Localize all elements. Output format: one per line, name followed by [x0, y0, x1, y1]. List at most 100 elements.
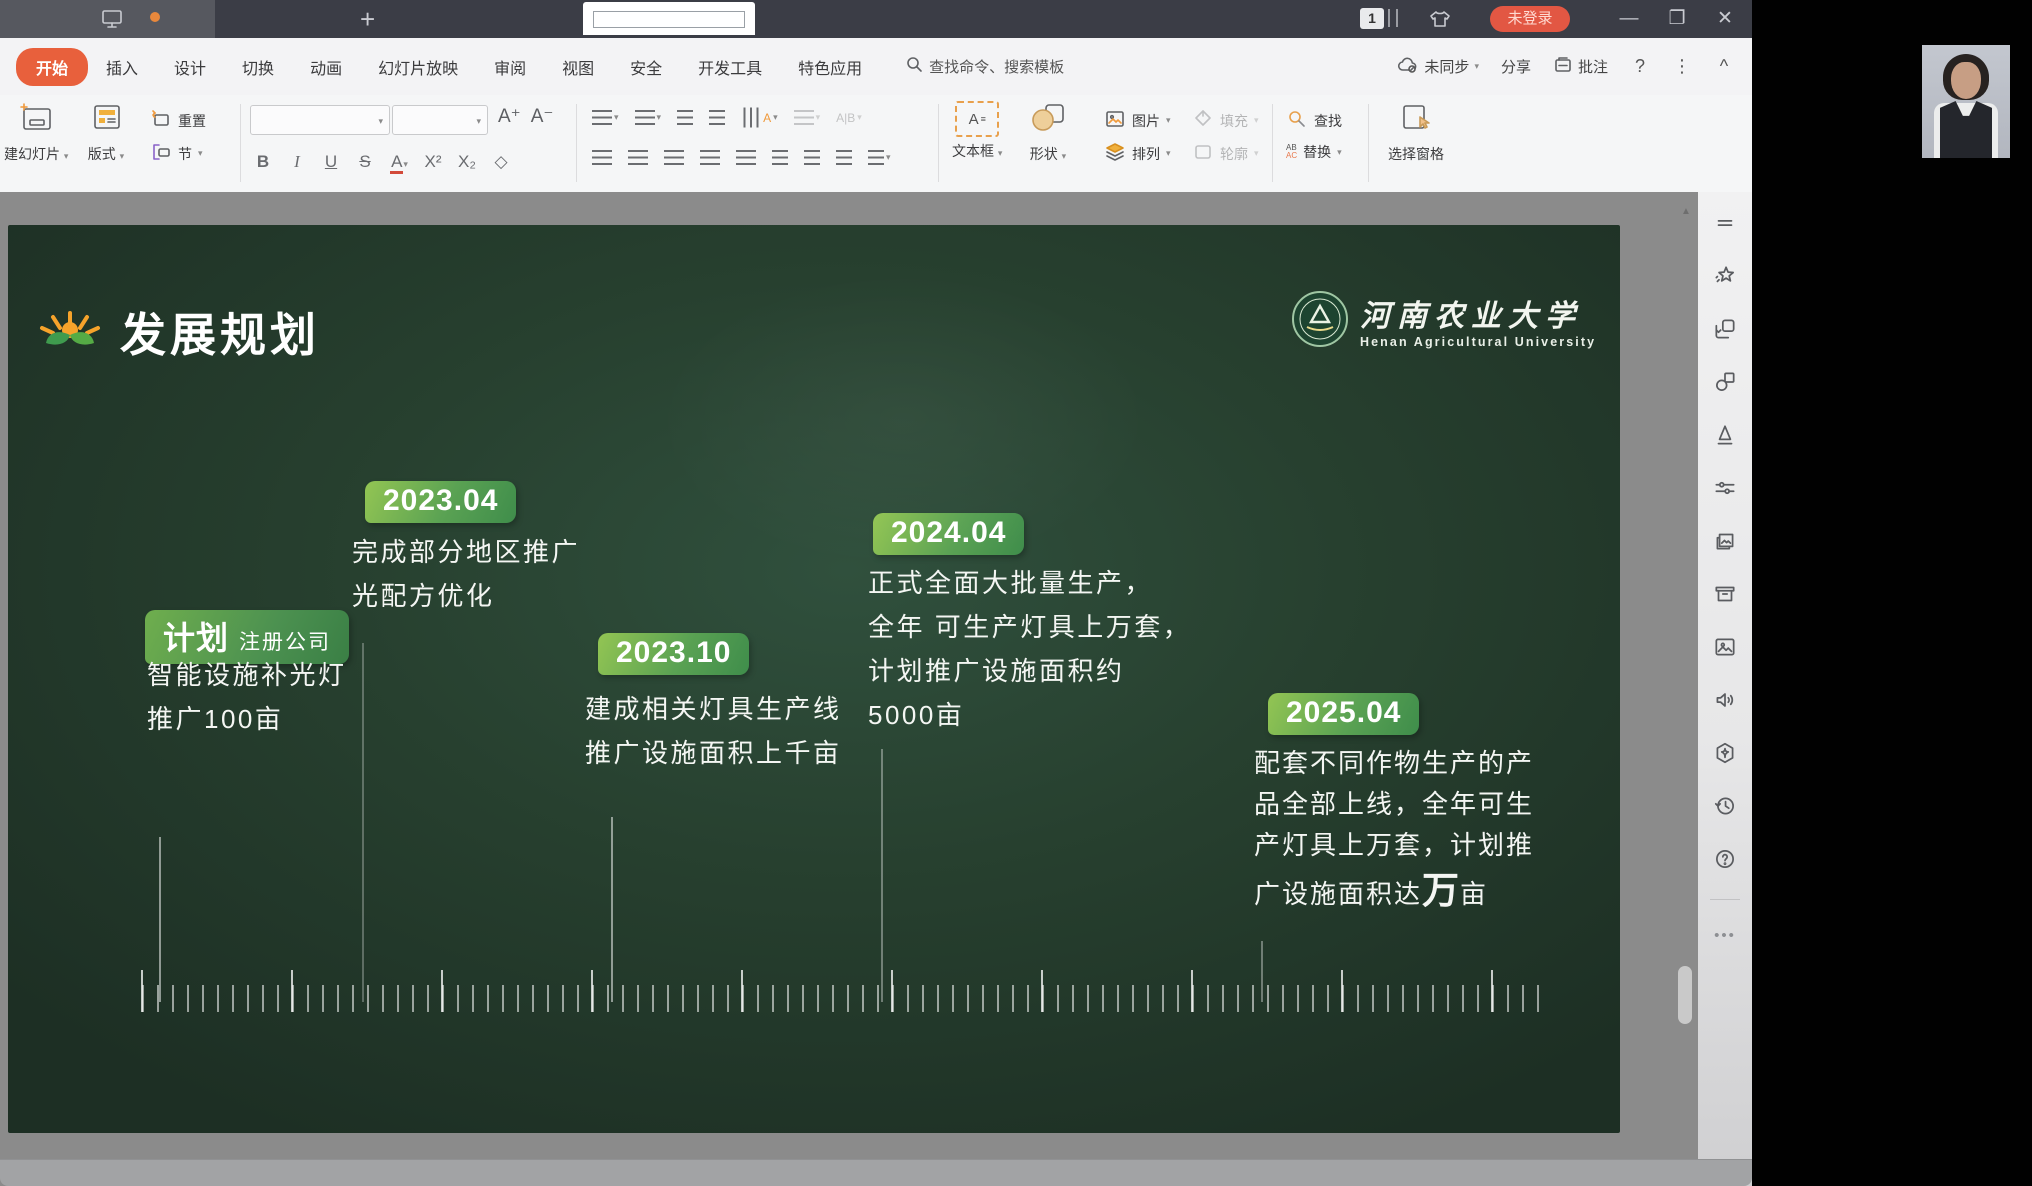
space-before-button[interactable] — [800, 147, 824, 168]
close-button[interactable]: ✕ — [1708, 5, 1742, 33]
slide-title[interactable]: 发展规划 — [120, 299, 320, 365]
replace-button[interactable]: ABAC 替换▾ — [1286, 142, 1342, 162]
wordart-icon[interactable] — [1712, 422, 1738, 448]
command-search[interactable]: 查找命令、搜索模板 — [906, 56, 1064, 77]
numbering-button[interactable]: ▾ — [631, 107, 666, 128]
timeline-text-2023-04[interactable]: 完成部分地区推广 光配方优化 — [352, 530, 580, 618]
fill-button[interactable]: 填充▾ — [1192, 109, 1259, 132]
text-orientation-button[interactable]: A|B▾ — [832, 107, 866, 128]
align-right-button[interactable] — [660, 147, 688, 168]
scrollbar-thumb[interactable] — [1678, 966, 1692, 1024]
tab-special-apps[interactable]: 特色应用 — [780, 49, 880, 85]
history-icon[interactable] — [1712, 793, 1738, 819]
increase-font-button[interactable]: A⁺ — [498, 105, 521, 128]
paragraph-more-button[interactable]: ▾ — [864, 147, 895, 168]
strikethrough-button[interactable]: S — [350, 147, 380, 179]
sound-icon[interactable] — [1712, 687, 1738, 713]
login-status-badge[interactable]: 未登录 — [1490, 6, 1570, 32]
selection-pane-button[interactable]: 选择窗格 — [1388, 101, 1444, 164]
scroll-up-arrow-icon[interactable]: ▲ — [1676, 206, 1696, 217]
webcam-video-feed[interactable] — [1922, 45, 2010, 158]
timeline-text-2023-10[interactable]: 建成相关灯具生产线 推广设施面积上千亩 — [585, 687, 842, 775]
tab-rename-input[interactable] — [593, 11, 745, 28]
superscript-button[interactable]: X² — [418, 147, 448, 179]
new-slide-button[interactable]: 建幻灯片 ▾ — [4, 101, 68, 164]
line-spacing-button[interactable] — [768, 147, 792, 168]
window-count-badge[interactable]: 1 — [1360, 8, 1384, 29]
text-box-style-button[interactable]: ▾ — [790, 107, 825, 128]
space-after-button[interactable] — [832, 147, 856, 168]
find-button[interactable]: 查找 — [1286, 109, 1342, 132]
bold-button[interactable]: B — [248, 147, 278, 179]
comment-button[interactable]: 批注 — [1553, 56, 1608, 78]
vertical-scrollbar[interactable]: ▲ — [1676, 206, 1696, 1166]
timeline-badge-2023-10[interactable]: 2023.10 — [598, 633, 749, 675]
clear-format-button[interactable]: ◇ — [486, 147, 516, 179]
presentation-mode-icon[interactable] — [100, 8, 124, 35]
text-direction-button[interactable]: A▾ — [737, 107, 782, 128]
tab-home[interactable]: 开始 — [16, 48, 88, 86]
timeline-text-2024-04[interactable]: 正式全面大批量生产， 全年 可生产灯具上万套， 计划推广设施面积约 5000亩 — [868, 561, 1191, 737]
justify-button[interactable] — [696, 147, 724, 168]
decrease-indent-button[interactable] — [673, 107, 697, 128]
timeline-badge-2023-04[interactable]: 2023.04 — [365, 481, 516, 523]
restore-button[interactable]: ❐ — [1660, 5, 1694, 33]
timeline-text-plan[interactable]: 智能设施补光灯 推广100亩 — [147, 653, 347, 741]
arrange-button[interactable]: 排列▾ — [1104, 142, 1171, 165]
status-bar — [0, 1159, 1752, 1186]
align-center-button[interactable] — [624, 147, 652, 168]
increase-indent-button[interactable] — [705, 107, 729, 128]
slide-canvas[interactable]: 发展规划 河南农业大学 Henan Agricultural Universit… — [8, 225, 1620, 1133]
tab-insert[interactable]: 插入 — [88, 49, 156, 85]
help-icon[interactable] — [1712, 846, 1738, 872]
adjust-sliders-icon[interactable] — [1712, 475, 1738, 501]
font-size-combo[interactable]: ▾ — [392, 105, 488, 135]
tab-transition[interactable]: 切换 — [224, 49, 292, 85]
distribute-button[interactable] — [732, 147, 760, 168]
timeline-text-2025-04[interactable]: 配套不同作物生产的产 品全部上线，全年可生 产灯具上万套，计划推 广设施面积达万… — [1254, 743, 1534, 919]
bullets-button[interactable]: ▾ — [588, 107, 623, 128]
timeline-badge-2024-04[interactable]: 2024.04 — [873, 513, 1024, 555]
plant-material-icon[interactable] — [1712, 740, 1738, 766]
italic-button[interactable]: I — [282, 147, 312, 179]
textbox-button[interactable]: A≡ 文本框 ▾ — [952, 101, 1002, 161]
drag-handle-icon[interactable] — [1712, 210, 1738, 236]
more-menu-button[interactable]: ⋮ — [1672, 56, 1692, 77]
tab-view[interactable]: 视图 — [544, 49, 612, 85]
badge-main-text: 2023.10 — [616, 636, 731, 669]
reset-button[interactable]: 重置 — [150, 109, 206, 132]
sidebar-more-button[interactable]: ••• — [1714, 927, 1736, 944]
subscript-button[interactable]: X₂ — [452, 147, 482, 179]
outline-button[interactable]: 轮廓▾ — [1192, 142, 1259, 165]
sync-status-button[interactable]: 未同步 ▾ — [1397, 56, 1479, 78]
font-name-combo[interactable]: ▾ — [250, 105, 390, 135]
tab-slideshow[interactable]: 幻灯片放映 — [360, 49, 476, 85]
help-button[interactable]: ? — [1630, 56, 1650, 77]
collapse-ribbon-button[interactable]: ^ — [1714, 56, 1734, 77]
share-button[interactable]: 分享 — [1501, 56, 1531, 77]
decrease-font-button[interactable]: A⁻ — [531, 105, 554, 128]
tab-design[interactable]: 设计 — [156, 49, 224, 85]
layout-button[interactable]: 版式 ▾ — [86, 101, 126, 164]
shapes-button[interactable]: 形状 ▾ — [1028, 101, 1068, 164]
tab-review[interactable]: 审阅 — [476, 49, 544, 85]
resource-box-icon[interactable] — [1712, 581, 1738, 607]
active-document-tab[interactable] — [583, 2, 755, 35]
image-icon[interactable] — [1712, 634, 1738, 660]
align-left-button[interactable] — [588, 147, 616, 168]
insert-shapes-icon[interactable] — [1712, 369, 1738, 395]
tab-animation[interactable]: 动画 — [292, 49, 360, 85]
new-tab-button[interactable]: + — [360, 2, 375, 36]
tab-security[interactable]: 安全 — [612, 49, 680, 85]
smart-effects-icon[interactable] — [1712, 263, 1738, 289]
section-button[interactable]: 节 ▾ — [150, 142, 206, 165]
photo-album-icon[interactable] — [1712, 528, 1738, 554]
font-color-button[interactable]: A▾ — [384, 147, 414, 179]
timeline-badge-2025-04[interactable]: 2025.04 — [1268, 693, 1419, 735]
picture-button[interactable]: 图片▾ — [1104, 109, 1171, 132]
minimize-button[interactable]: — — [1612, 5, 1646, 33]
underline-button[interactable]: U — [316, 147, 346, 179]
switch-shapes-icon[interactable] — [1712, 316, 1738, 342]
tab-devtools[interactable]: 开发工具 — [680, 49, 780, 85]
skin-icon[interactable] — [1428, 8, 1452, 35]
